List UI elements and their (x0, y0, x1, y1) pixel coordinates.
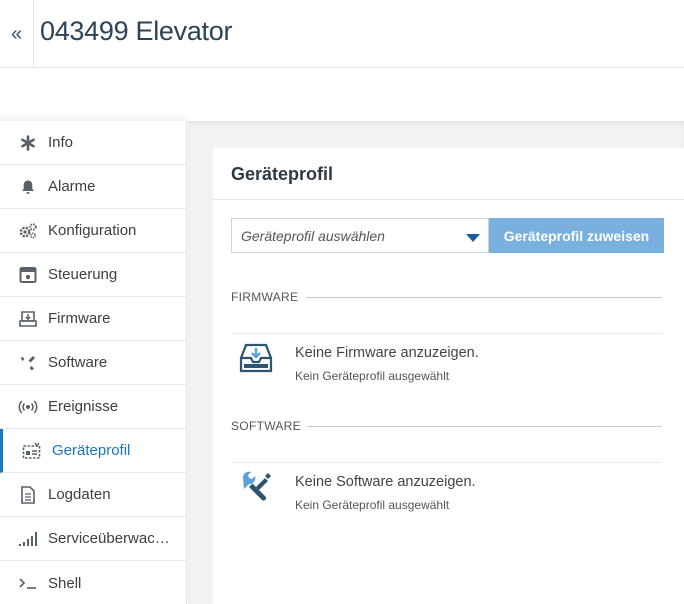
card-title: Geräteprofil (231, 164, 334, 184)
sidebar-item-label: Logdaten (48, 486, 111, 503)
top-header: « 043499 Elevator (0, 0, 684, 68)
firmware-download-icon (239, 343, 273, 373)
firmware-empty-title: Keine Firmware anzuzeigen. (295, 345, 479, 361)
signal-bars-icon (18, 529, 38, 549)
software-empty-subtitle: Kein Geräteprofil ausgewählt (295, 498, 450, 512)
page-title: 043499 Elevator (40, 16, 233, 46)
assign-profile-button[interactable]: Geräteprofil zuweisen (489, 218, 664, 253)
device-profile-card: Geräteprofil Geräteprofil auswählen Gerä… (213, 148, 684, 604)
sub-header-bar (0, 68, 684, 121)
sidebar-item-label: Ereignisse (48, 398, 119, 415)
section-divider (307, 426, 662, 427)
sidebar-item-steuerung[interactable]: Steuerung (0, 253, 186, 297)
select-placeholder: Geräteprofil auswählen (241, 228, 385, 244)
sidebar-item-label: Alarme (48, 178, 96, 195)
sidebar-item-label: Konfiguration (48, 222, 137, 239)
sidebar-item-serviceueberwachung[interactable]: Serviceüberwac… (0, 517, 186, 561)
sidebar-item-label: Software (48, 354, 108, 371)
control-panel-icon (18, 265, 38, 285)
sidebar-item-geraeteprofil[interactable]: Geräteprofil (0, 429, 186, 473)
sidebar-item-label: Steuerung (48, 266, 118, 283)
item-divider (231, 333, 662, 334)
sidebar-item-label: Firmware (48, 310, 111, 327)
device-profile-select[interactable]: Geräteprofil auswählen (231, 218, 489, 253)
sidebar-item-alarme[interactable]: Alarme (0, 165, 186, 209)
sidebar-item-shell[interactable]: Shell (0, 561, 186, 604)
sidebar-item-label: Serviceüberwac… (48, 530, 170, 547)
firmware-section-label: FIRMWARE (231, 290, 299, 304)
sidebar-item-label: Shell (48, 574, 82, 592)
chevron-down-icon (466, 234, 480, 242)
card-divider (213, 199, 684, 200)
back-button[interactable]: « (0, 0, 34, 68)
firmware-empty-subtitle: Kein Geräteprofil ausgewählt (295, 369, 450, 383)
sidebar-item-firmware[interactable]: Firmware (0, 297, 186, 341)
sidebar-item-logdaten[interactable]: Logdaten (0, 473, 186, 517)
terminal-icon (18, 573, 38, 593)
bell-icon (18, 177, 38, 197)
sidebar-nav: Info Alarme Konfiguration Steuerung Firm… (0, 121, 187, 604)
tools-icon (18, 353, 38, 373)
software-section-label: SOFTWARE (231, 419, 301, 433)
device-profile-icon (22, 441, 42, 461)
asterisk-icon (18, 133, 38, 153)
gears-icon (18, 221, 38, 241)
sidebar-item-label: Info (48, 134, 74, 151)
document-icon (18, 485, 38, 505)
sidebar-item-konfiguration[interactable]: Konfiguration (0, 209, 186, 253)
sidebar-item-label: Geräteprofil (52, 442, 131, 459)
item-divider (231, 462, 662, 463)
software-tools-icon (242, 471, 271, 501)
sidebar-item-ereignisse[interactable]: Ereignisse (0, 385, 186, 429)
sidebar-item-info[interactable]: Info (0, 121, 186, 165)
firmware-icon (18, 309, 38, 329)
broadcast-icon (18, 397, 38, 417)
sidebar-item-software[interactable]: Software (0, 341, 186, 385)
section-divider (306, 297, 662, 298)
software-empty-title: Keine Software anzuzeigen. (295, 474, 476, 490)
